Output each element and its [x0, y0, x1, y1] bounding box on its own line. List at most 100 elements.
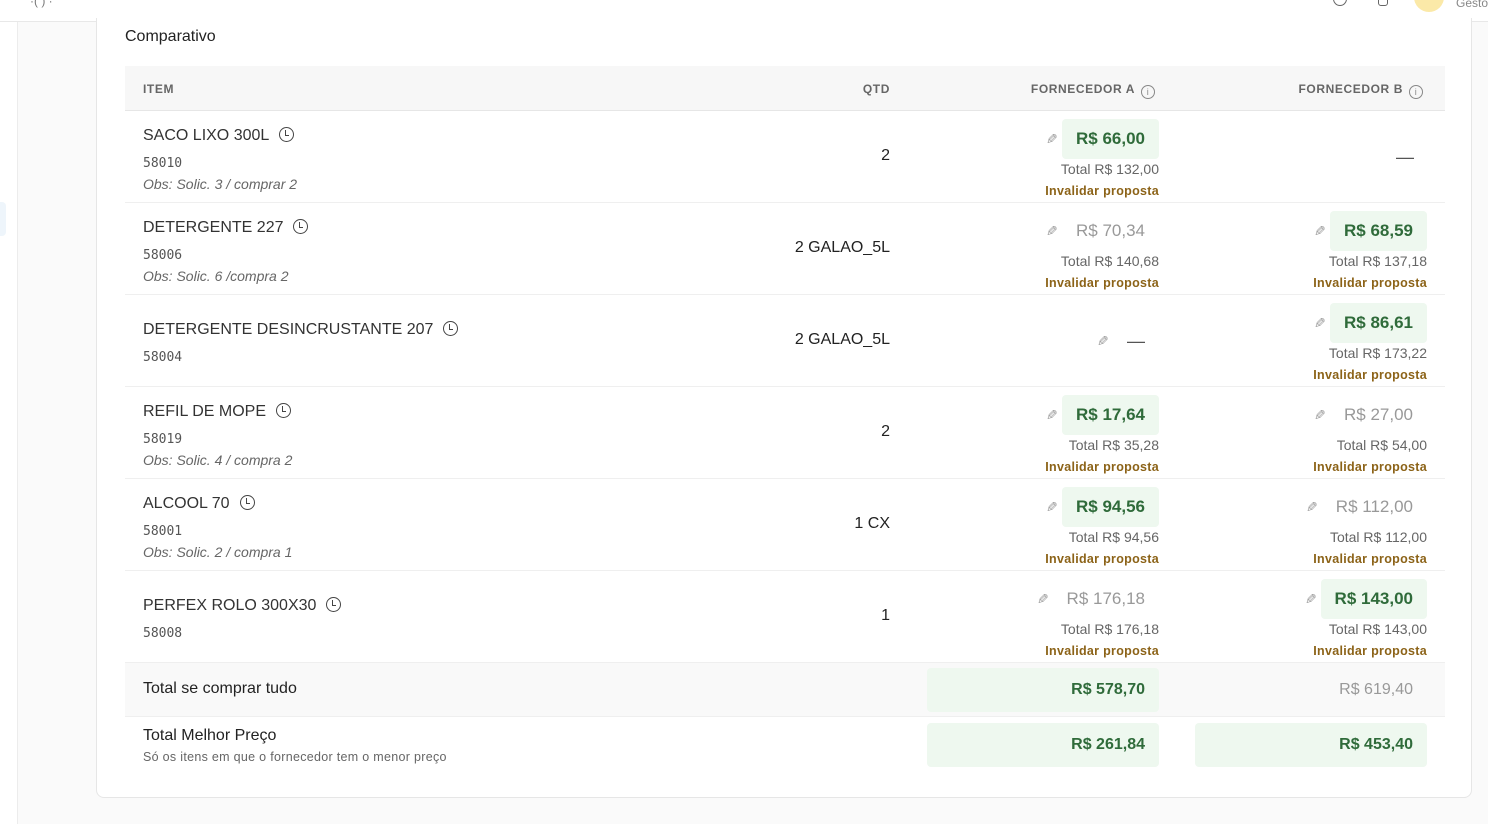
item-name: PERFEX ROLO 300X30	[143, 597, 342, 615]
supplier-a-cell: ✎ R$ 66,00 Total R$ 132,00 Invalidar pro…	[909, 111, 1159, 203]
edit-pencil-icon[interactable]: ✎	[1314, 223, 1326, 240]
invalidate-proposal-link[interactable]: Invalidar proposta	[1313, 552, 1427, 566]
invalidate-proposal-link[interactable]: Invalidar proposta	[1313, 276, 1427, 290]
invalidate-proposal-link[interactable]: Invalidar proposta	[1313, 368, 1427, 382]
supplier-a-cell: ✎ R$ 17,64 Total R$ 35,28 Invalidar prop…	[909, 387, 1159, 479]
price-value: R$ 66,00	[1062, 119, 1159, 159]
summary-total-all: Total se comprar tudo R$ 578,70 R$ 619,4…	[125, 663, 1445, 717]
total-value: Total R$ 54,00	[1336, 437, 1427, 453]
item-code: 58004	[143, 350, 183, 365]
history-icon[interactable]	[443, 321, 459, 336]
history-icon[interactable]	[326, 597, 342, 612]
summary-best-price: Total Melhor Preço Só os itens em que o …	[125, 717, 1445, 777]
supplier-a-cell: ✎ R$ 70,34 Total R$ 140,68 Invalidar pro…	[909, 203, 1159, 295]
edit-pencil-icon[interactable]: ✎	[1314, 407, 1326, 424]
total-value: Total R$ 140,68	[1060, 253, 1159, 269]
item-code: 58019	[143, 432, 183, 447]
price-value: R$ 70,34	[1076, 221, 1145, 240]
sidebar	[0, 22, 18, 824]
history-icon[interactable]	[279, 127, 295, 142]
invalidate-proposal-link[interactable]: Invalidar proposta	[1045, 276, 1159, 290]
supplier-b-cell: ✎ R$ 27,00 Total R$ 54,00 Invalidar prop…	[1177, 387, 1427, 479]
header-supplier-b: FORNECEDOR Bi	[1298, 82, 1423, 99]
item-qtd: 2	[881, 423, 890, 440]
total-value: Total R$ 137,18	[1328, 253, 1427, 269]
supplier-a-cell: ✎ —	[909, 295, 1159, 387]
summary-best-price-sub: Só os itens em que o fornecedor tem o me…	[143, 750, 447, 764]
price-value: R$ 143,00	[1320, 579, 1427, 619]
total-value: Total R$ 35,28	[1068, 437, 1159, 453]
supplier-b-cell: ✎ R$ 143,00 Total R$ 143,00 Invalidar pr…	[1177, 571, 1427, 663]
item-qtd: 1 CX	[854, 515, 890, 532]
avatar[interactable]	[1414, 0, 1444, 12]
summary-total-all-label: Total se comprar tudo	[143, 680, 297, 697]
header-item: ITEM	[143, 82, 175, 96]
price-value: R$ 86,61	[1330, 303, 1427, 343]
info-icon[interactable]: i	[1141, 85, 1155, 99]
edit-pencil-icon[interactable]: ✎	[1046, 499, 1058, 516]
item-name: ALCOOL 70	[143, 495, 255, 513]
item-code: 58010	[143, 156, 183, 171]
supplier-b-cell: ✎ R$ 68,59 Total R$ 137,18 Invalidar pro…	[1177, 203, 1427, 295]
edit-pencil-icon[interactable]: ✎	[1037, 591, 1049, 608]
table-header: ITEM QTD FORNECEDOR Ai FORNECEDOR Bi	[125, 66, 1445, 111]
empty-value: —	[1396, 147, 1414, 167]
supplier-b-cell: —	[1177, 111, 1427, 203]
total-value: Total R$ 176,18	[1060, 621, 1159, 637]
total-value: Total R$ 94,56	[1068, 529, 1159, 545]
total-value: Total R$ 173,22	[1328, 345, 1427, 361]
empty-value: —	[1127, 330, 1145, 351]
item-qtd: 1	[881, 607, 890, 624]
invalidate-proposal-link[interactable]: Invalidar proposta	[1045, 184, 1159, 198]
item-code: 58006	[143, 248, 183, 263]
edit-pencil-icon[interactable]: ✎	[1306, 499, 1318, 516]
edit-pencil-icon[interactable]: ✎	[1046, 131, 1058, 148]
notification-icon[interactable]	[1378, 0, 1388, 6]
help-icon[interactable]	[1333, 0, 1347, 6]
total-value: Total R$ 143,00	[1328, 621, 1427, 637]
price-value: R$ 68,59	[1330, 211, 1427, 251]
sidebar-active-marker	[0, 202, 6, 236]
invalidate-proposal-link[interactable]: Invalidar proposta	[1313, 644, 1427, 658]
price-value: R$ 176,18	[1066, 589, 1145, 608]
summary-best-price-b: R$ 453,40	[1195, 723, 1427, 767]
invalidate-proposal-link[interactable]: Invalidar proposta	[1045, 460, 1159, 474]
history-icon[interactable]	[239, 495, 255, 510]
price-value: R$ 94,56	[1062, 487, 1159, 527]
summary-total-all-b: R$ 619,40	[1339, 681, 1413, 698]
header-supplier-a: FORNECEDOR Ai	[1031, 82, 1155, 99]
user-name: Gesto	[1455, 0, 1488, 10]
edit-pencil-icon[interactable]: ✎	[1046, 223, 1058, 240]
invalidate-proposal-link[interactable]: Invalidar proposta	[1045, 552, 1159, 566]
supplier-a-cell: ✎ R$ 176,18 Total R$ 176,18 Invalidar pr…	[909, 571, 1159, 663]
table-row: PERFEX ROLO 300X30 58008 1 ✎ R$ 176,18 T…	[125, 571, 1445, 663]
edit-pencil-icon[interactable]: ✎	[1097, 333, 1109, 350]
total-value: Total R$ 132,00	[1060, 161, 1159, 177]
item-name: REFIL DE MOPE	[143, 403, 291, 421]
edit-pencil-icon[interactable]: ✎	[1046, 407, 1058, 424]
comparison-card: Comparativo ITEM QTD FORNECEDOR Ai FORNE…	[96, 18, 1472, 798]
total-value: Total R$ 112,00	[1329, 529, 1427, 545]
history-icon[interactable]	[275, 403, 291, 418]
item-code: 58008	[143, 626, 183, 641]
table-row: DETERGENTE DESINCRUSTANTE 207 58004 2 GA…	[125, 295, 1445, 387]
item-qtd: 2	[881, 147, 890, 164]
item-qtd: 2 GALAO_5L	[794, 331, 890, 348]
edit-pencil-icon[interactable]: ✎	[1305, 591, 1317, 608]
item-code: 58001	[143, 524, 183, 539]
summary-best-price-label: Total Melhor Preço	[143, 727, 277, 744]
item-obs: Obs: Solic. 2 / compra 1	[143, 544, 293, 560]
supplier-b-cell: ✎ R$ 86,61 Total R$ 173,22 Invalidar pro…	[1177, 295, 1427, 387]
info-icon[interactable]: i	[1409, 85, 1423, 99]
top-bar-fragment: ·( ) ·	[30, 0, 53, 8]
history-icon[interactable]	[293, 219, 309, 234]
invalidate-proposal-link[interactable]: Invalidar proposta	[1313, 460, 1427, 474]
invalidate-proposal-link[interactable]: Invalidar proposta	[1045, 644, 1159, 658]
summary-best-price-a: R$ 261,84	[927, 723, 1159, 767]
edit-pencil-icon[interactable]: ✎	[1314, 315, 1326, 332]
summary-total-all-a: R$ 578,70	[927, 668, 1159, 712]
item-obs: Obs: Solic. 6 /compra 2	[143, 268, 289, 284]
table-row: ALCOOL 70 58001 Obs: Solic. 2 / compra 1…	[125, 479, 1445, 571]
card-title: Comparativo	[125, 28, 216, 45]
item-obs: Obs: Solic. 3 / comprar 2	[143, 176, 298, 192]
